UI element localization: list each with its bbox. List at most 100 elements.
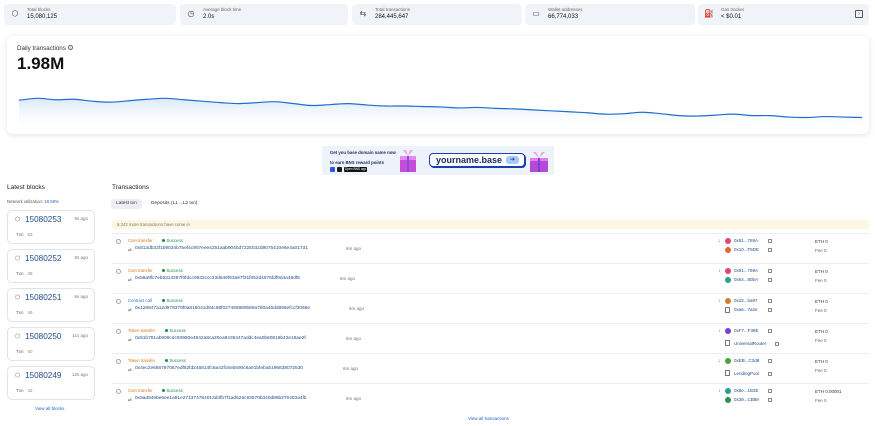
stat-gas-tracker[interactable]: ⛽ Gas tracker < $0.01 ›: [698, 4, 869, 25]
block-card[interactable]: ⬡ 15080253 5s ago Txn 53: [7, 210, 95, 244]
eth-label: ETH: [815, 359, 824, 364]
from-address[interactable]: 0xF7...F38E: [734, 328, 759, 333]
block-number[interactable]: 15080251: [25, 293, 61, 302]
from-address[interactable]: 0x22...ba97: [734, 298, 758, 303]
block-number[interactable]: 15080252: [25, 254, 61, 263]
table-row[interactable]: Coin transfer Success ⇌ 0x5ad946be6ee1a91e2…: [112, 383, 869, 413]
tx-age: 6m ago: [346, 396, 362, 401]
util-value: 18.58%: [44, 199, 59, 204]
new-transactions-notice[interactable]: 6,242 more transactions have come in: [112, 220, 869, 229]
stat-wallet-addresses[interactable]: ▭ Wallet addresses 66,774,033: [525, 4, 695, 25]
app-store-badge[interactable]: Open BNS app: [344, 167, 367, 172]
block-number[interactable]: 15080253: [25, 215, 61, 224]
tx-value: ETH 0: [815, 329, 828, 334]
block-number[interactable]: 15080249: [25, 371, 61, 380]
arrow-down-icon: ↓: [718, 298, 721, 304]
block-card[interactable]: ⬡ 15080252 8s ago Txn 48: [7, 249, 95, 283]
tab-deposits[interactable]: Deposits (L1→L2 txn): [146, 199, 202, 209]
to-address[interactable]: 0x10...F5DE: [734, 247, 759, 252]
table-row[interactable]: Coin transfer Success ⇌ 0x58a9fc7eb5314287f…: [112, 263, 869, 293]
tx-fee: Fee 0: [815, 398, 827, 403]
stat-label: Total blocks: [27, 7, 51, 12]
block-card[interactable]: ⬡ 15080249 12s ago Txn 42: [7, 366, 95, 400]
fee-label: Fee: [815, 248, 823, 253]
gas-details-icon[interactable]: ›: [855, 10, 863, 18]
copy-icon[interactable]: [768, 307, 772, 312]
avatar: [725, 358, 731, 364]
from-address[interactable]: 0x91...769A: [734, 268, 758, 273]
copy-icon[interactable]: [768, 298, 772, 303]
tx-status-icon: [116, 269, 121, 274]
block-card[interactable]: ⬡ 15080251 6s ago Txn 49: [7, 288, 95, 322]
stat-average-block-time[interactable]: ◷ Average block time 2.0s: [180, 4, 348, 25]
tx-hash[interactable]: 0x4ec2e686797057edf62fd245814fc8a42fc6eb…: [135, 366, 303, 371]
fee-label: Fee: [815, 308, 823, 313]
txn-count: 49: [27, 310, 33, 315]
block-number[interactable]: 15080250: [25, 332, 61, 341]
tx-status-icon: [116, 299, 121, 304]
eth-label: ETH: [815, 299, 824, 304]
eth-amount: 0: [825, 329, 828, 334]
tx-type: Coin transfer: [128, 388, 153, 393]
copy-icon[interactable]: [768, 277, 772, 282]
stat-total-blocks[interactable]: ⬡ Total blocks 15,080,125: [4, 4, 176, 25]
tx-fee: Fee 0: [815, 248, 827, 253]
view-all-blocks-link[interactable]: View all blocks: [35, 406, 64, 411]
copy-icon[interactable]: [768, 397, 772, 402]
copy-icon[interactable]: [768, 371, 772, 376]
success-dot-icon: [165, 328, 168, 332]
success-dot-icon: [162, 238, 165, 242]
table-row[interactable]: Token transfer Success ⇌ 0x51b781ab909cdc93…: [112, 323, 869, 353]
block-card[interactable]: ⬡ 15080250 11s ago Txn 50: [7, 327, 95, 361]
tx-hash[interactable]: 0x128847a12d978379f0a816041d84c88f027486…: [135, 306, 310, 311]
copy-icon[interactable]: [768, 388, 772, 393]
eth-label: ETH: [815, 239, 824, 244]
block-age: 6s ago: [74, 294, 88, 299]
to-address[interactable]: 0xa6...7a2e: [734, 307, 758, 312]
arrow-right-icon[interactable]: ➔: [506, 156, 519, 164]
tx-age: 6m ago: [343, 366, 359, 371]
eth-amount: 0.00001: [825, 389, 842, 394]
arrow-down-icon: ↓: [718, 328, 721, 334]
tx-age: 6m ago: [346, 246, 362, 251]
tx-value: ETH 0: [815, 239, 828, 244]
to-address[interactable]: UniversalRouter: [734, 341, 766, 346]
status-text: Success: [169, 328, 186, 333]
copy-icon[interactable]: [775, 341, 779, 346]
table-row[interactable]: Coin transfer Success ⇌ 0x813db32f1b9034b75…: [112, 233, 869, 263]
to-address[interactable]: 0x64...80bA: [734, 277, 758, 282]
tx-value: ETH 0: [815, 269, 828, 274]
table-row[interactable]: Token transfer Success ⇌ 0x4ec2e686797057ed…: [112, 353, 869, 383]
tab-latest-txn[interactable]: Latest txn: [111, 199, 142, 209]
avatar: [725, 328, 731, 334]
success-dot-icon: [162, 268, 165, 272]
stat-total-transactions[interactable]: ⇆ Total transactions 284,445,647: [352, 4, 522, 25]
bns-ad-banner[interactable]: Get you base domain name now to earn BNS…: [322, 146, 554, 175]
from-address[interactable]: 0xEB...C3d8: [734, 358, 759, 363]
to-address[interactable]: LendingPool: [734, 371, 759, 376]
copy-icon[interactable]: [768, 358, 772, 363]
copy-icon[interactable]: [768, 238, 772, 243]
fee-label: Fee: [815, 398, 823, 403]
from-address[interactable]: 0x91...769A: [734, 238, 758, 243]
tx-hash[interactable]: 0x51b781ab909cdc93960e4942a8ca20ea943544…: [135, 336, 306, 341]
tx-hash[interactable]: 0x813db32f1b9034b75ef4c907eee4251aab904b…: [135, 246, 308, 251]
arrow-down-icon: ↓: [718, 388, 721, 394]
domain-pill[interactable]: yourname.base ➔: [429, 153, 525, 167]
copy-icon[interactable]: [768, 328, 772, 333]
copy-icon[interactable]: [768, 247, 772, 252]
status-badge: Success: [165, 358, 186, 363]
contract-icon: [725, 370, 730, 376]
tx-hash[interactable]: 0x5ad946be6ee1a91e271374784013d3fb7f1ad5…: [135, 396, 307, 401]
tx-fee: Fee 0: [815, 368, 827, 373]
block-age: 8s ago: [74, 255, 88, 260]
copy-icon[interactable]: [768, 268, 772, 273]
info-icon[interactable]: i: [67, 45, 73, 50]
from-address[interactable]: 0x8e...1B3E: [734, 388, 759, 393]
to-address[interactable]: 0x39...CB89: [734, 397, 759, 402]
tx-hash[interactable]: 0x58a9fc7eb5314287f0fdcc9932ccc33d546f93…: [135, 276, 300, 281]
util-label: Network utilization:: [7, 199, 44, 204]
view-all-transactions-link[interactable]: View all transactions: [468, 416, 509, 421]
txn-label: Txn: [16, 388, 24, 393]
table-row[interactable]: Contract call Success ⇌ 0x128847a12d978379f…: [112, 293, 869, 323]
